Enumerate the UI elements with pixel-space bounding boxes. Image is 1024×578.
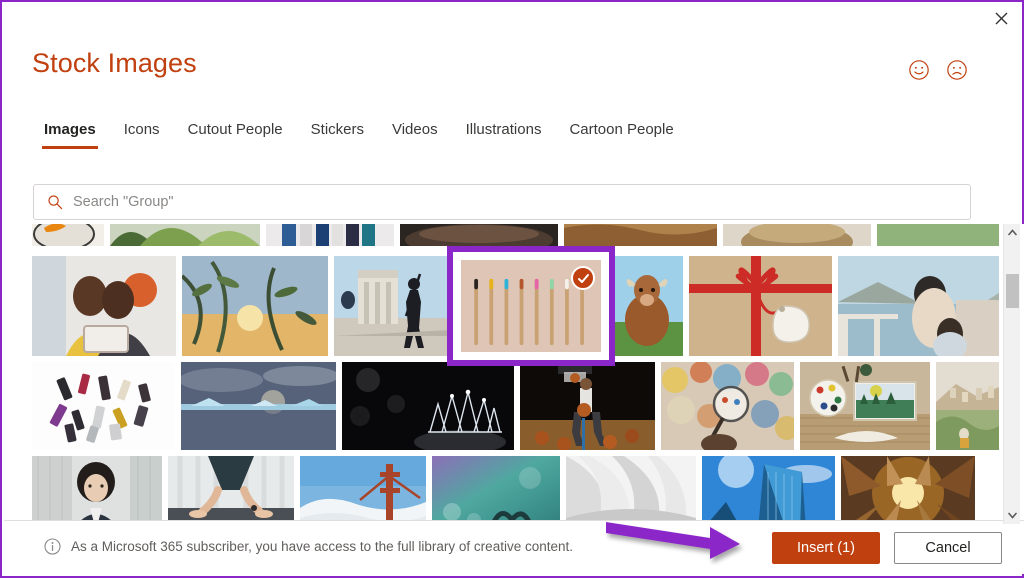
thumbnail-basketball-player[interactable] [520, 362, 655, 450]
thumbnail-magnifier-bokeh[interactable] [661, 362, 794, 450]
thumbnail-greenhouse-plants[interactable] [110, 224, 260, 246]
close-icon [995, 12, 1007, 24]
tab-icons[interactable]: Icons [110, 120, 174, 154]
tab-videos[interactable]: Videos [378, 120, 452, 154]
thumbnail-row [32, 362, 999, 450]
close-button[interactable] [986, 4, 1016, 32]
page-title: Stock Images [32, 48, 197, 78]
thumbnail-row [32, 456, 975, 524]
thumbnail-woman-child-boat[interactable] [838, 256, 999, 356]
selected-check-badge [571, 266, 595, 290]
results-grid [4, 224, 1024, 524]
smile-feedback-icon[interactable] [908, 59, 930, 81]
thumbnail-dark-table[interactable] [400, 224, 558, 246]
thumbnail-golden-gate-clouds[interactable] [300, 456, 426, 524]
thumbnail-team-hands-sunlight[interactable] [841, 456, 975, 524]
dialog-header: Stock Images [2, 34, 1022, 104]
thumbnail-two-women-package[interactable] [32, 256, 176, 356]
thumbnail-olive-sunset[interactable] [182, 256, 328, 356]
footer-buttons: Insert (1) Cancel [772, 532, 1002, 564]
tab-stickers[interactable]: Stickers [297, 120, 378, 154]
scrollbar-up-button[interactable] [1004, 224, 1021, 241]
thumbnail-memorial-guard[interactable] [334, 256, 451, 356]
thumbnail-tiara-dark[interactable] [342, 362, 514, 450]
tab-illustrations[interactable]: Illustrations [452, 120, 556, 154]
subscriber-note-text: As a Microsoft 365 subscriber, you have … [71, 539, 573, 554]
stock-images-dialog: Stock Images Images Icons Cutout People … [0, 0, 1024, 578]
thumbnail-businesswoman-street[interactable] [32, 456, 162, 524]
thumbnail-brown-textile[interactable] [564, 224, 717, 246]
search-icon [47, 194, 63, 210]
results-scrollport [32, 224, 999, 524]
thumbnail-jeans-rack[interactable] [266, 224, 394, 246]
scrollbar-down-button[interactable] [1004, 507, 1021, 524]
thumbnail-easel-painting[interactable] [800, 362, 930, 450]
results-scrollbar[interactable] [1003, 224, 1020, 524]
thumbnail-white-abstract-curves[interactable] [566, 456, 696, 524]
dialog-titlebar [2, 2, 1022, 34]
thumbnail-row [32, 246, 999, 366]
tab-images[interactable]: Images [30, 120, 110, 154]
chevron-up-icon [1008, 229, 1017, 236]
checkmark-icon [577, 273, 589, 283]
thumbnail-plate-garnish[interactable] [32, 224, 104, 246]
category-tabs: Images Icons Cutout People Stickers Vide… [30, 120, 688, 162]
dialog-footer: As a Microsoft 365 subscriber, you have … [4, 520, 1024, 574]
thumbnail-gift-red-ribbon[interactable] [689, 256, 832, 356]
thumbnail-iceberg-reflection[interactable] [181, 362, 336, 450]
cancel-button[interactable]: Cancel [894, 532, 1002, 564]
info-icon [44, 538, 61, 555]
thumbnail-lipsticks[interactable] [32, 362, 175, 450]
thumbnail-row [32, 224, 999, 246]
chevron-down-icon [1008, 512, 1017, 519]
scrollbar-thumb[interactable] [1006, 274, 1019, 308]
tab-cartoon-people[interactable]: Cartoon People [555, 120, 687, 154]
search-box[interactable] [33, 184, 971, 220]
thumbnail-wicker-basket[interactable] [723, 224, 871, 246]
tab-cutout-people[interactable]: Cutout People [174, 120, 297, 154]
thumbnail-hilltop-village[interactable] [936, 362, 999, 450]
insert-button[interactable]: Insert (1) [772, 532, 880, 564]
search-input[interactable] [73, 185, 970, 219]
thumbnail-green-field[interactable] [877, 224, 999, 246]
thumbnail-yoga-plank[interactable] [168, 456, 294, 524]
thumbnail-teal-abstract-bubbles[interactable] [432, 456, 560, 524]
feedback-buttons [908, 59, 968, 81]
thumbnail-brown-cow[interactable] [611, 256, 683, 356]
thumbnail-glass-skyscraper[interactable] [702, 456, 835, 524]
frown-feedback-icon[interactable] [946, 59, 968, 81]
thumbnail-bamboo-toothbrushes-selected[interactable] [447, 246, 615, 366]
subscriber-note: As a Microsoft 365 subscriber, you have … [44, 538, 573, 555]
